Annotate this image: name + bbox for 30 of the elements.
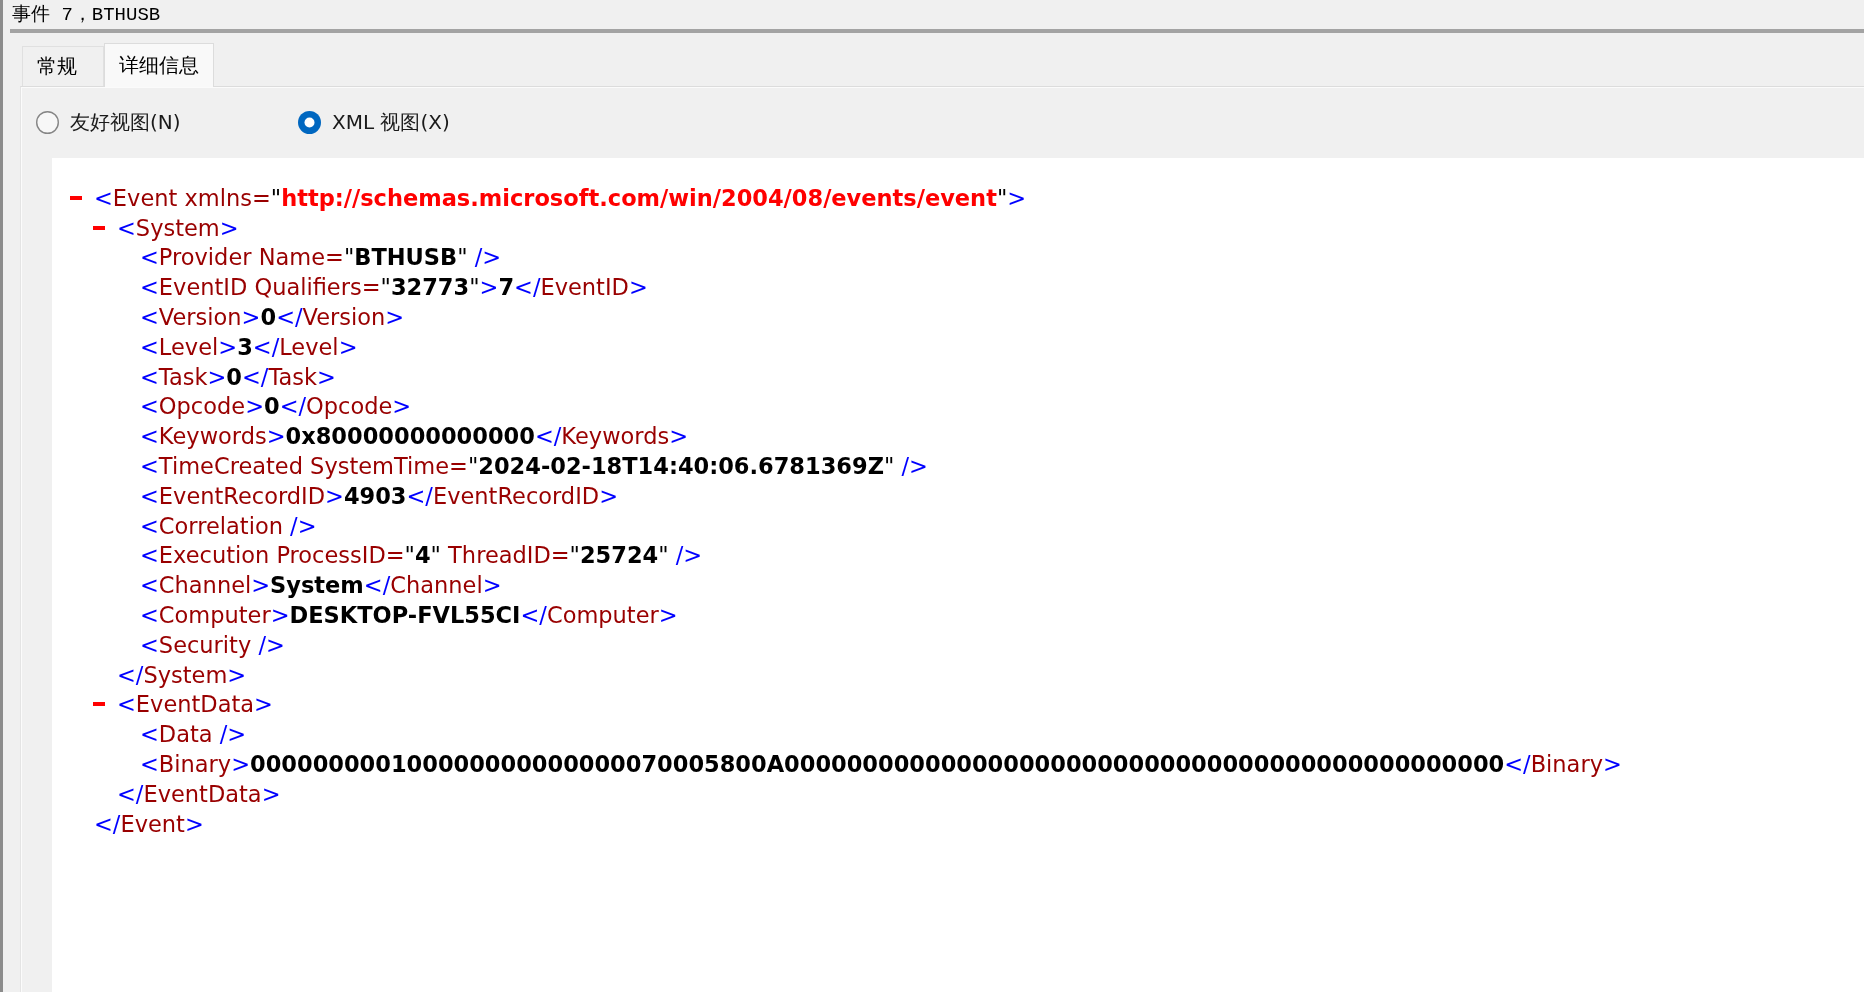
xml-line: <Correlation /> [140, 512, 317, 539]
tab[interactable]: 常规 [22, 46, 104, 86]
window-title: 事件 7，BTHUSB [12, 3, 161, 26]
minus-icon[interactable] [93, 702, 105, 707]
view-radio-button[interactable]: 友好视图(N) [36, 109, 298, 136]
xml-line: <Channel>System</Channel> [140, 572, 502, 599]
xml-line: <EventData> [117, 691, 273, 718]
tab[interactable]: 详细信息 [104, 43, 214, 87]
view-radio-button[interactable]: XML 视图(X) [298, 109, 560, 136]
xml-line: <Security /> [140, 631, 285, 658]
xml-line: <Execution ProcessID="4" ThreadID="25724" /> [140, 542, 703, 569]
xml-line: <Event xmlns="http://schemas.microsoft.com/win/2004/08/events/event"> [94, 184, 1027, 211]
xml-line: <Data /> [140, 721, 247, 748]
xml-line: <Version>0</Version> [140, 304, 405, 331]
xml-line: <Opcode>0</Opcode> [140, 393, 412, 420]
xml-line: <Level>3</Level> [140, 333, 358, 360]
minus-icon[interactable] [93, 225, 105, 230]
xml-line: <Computer>DESKTOP-FVL55CI</Computer> [140, 602, 678, 629]
xml-line: </Event> [94, 810, 204, 837]
xml-line: <EventRecordID>4903</EventRecordID> [140, 482, 618, 509]
xml-line: </EventData> [117, 780, 281, 807]
xml-line: <EventID Qualifiers="32773">7</EventID> [140, 274, 648, 301]
xml-line: <Provider Name="BTHUSB" /> [140, 244, 502, 271]
xml-line: <System> [117, 214, 239, 241]
xml-line: <Binary>000000000100000000000000070005800A0000000000000000000000000000000000000000000000</Binary> [140, 751, 1622, 778]
minus-icon[interactable] [70, 195, 82, 200]
xml-line: <TimeCreated SystemTime="2024-02-18T14:40:06.6781369Z" /> [140, 453, 928, 480]
xml-line: <Task>0</Task> [140, 363, 336, 390]
xml-line: <Keywords>0x80000000000000</Keywords> [140, 423, 689, 450]
xml-line: </System> [117, 661, 247, 688]
